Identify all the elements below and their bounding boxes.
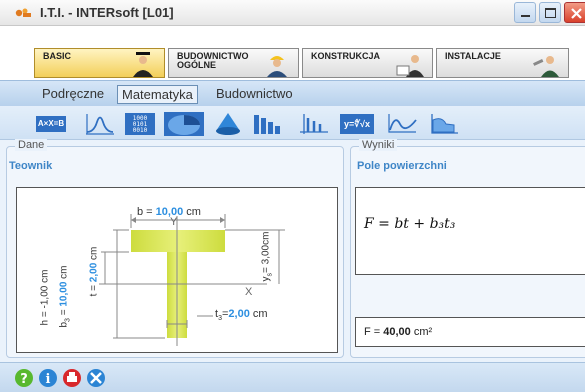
result-text: F = 40,00 cm² bbox=[364, 326, 433, 338]
area-formula: F = bt + b₃t₃ bbox=[364, 216, 456, 232]
function-graph-icon bbox=[388, 114, 417, 133]
cone-icon bbox=[216, 113, 240, 135]
axis-y-label: Y bbox=[170, 216, 178, 228]
subtab-podreczne[interactable]: Podręczne bbox=[38, 85, 108, 104]
area-chart-tool-button[interactable] bbox=[428, 112, 460, 136]
bar-chart-icon bbox=[254, 115, 280, 134]
input-group: Dane Teownik b = 10,00 cm Y X h = -1,00 … bbox=[6, 139, 344, 358]
gauss-curve-tool-button[interactable] bbox=[84, 112, 116, 136]
formula-panel: F = bt + b₃t₃ bbox=[355, 187, 585, 275]
gauss-curve-icon bbox=[86, 114, 114, 135]
content-area: Dane Teownik b = 10,00 cm Y X h = -1,00 … bbox=[0, 139, 585, 362]
input-group-legend: Dane bbox=[15, 139, 48, 151]
results-group: Wyniki Pole powierzchni F = bt + b₃t₃ F … bbox=[350, 139, 585, 358]
root-function-icon: y=∜√x bbox=[340, 114, 374, 134]
axis-chart-icon bbox=[300, 114, 328, 134]
equation-icon: A×X=B bbox=[36, 116, 66, 132]
dimension-b-label: b = 10,00 cm bbox=[137, 206, 201, 218]
engineer-laptop-icon bbox=[396, 55, 424, 77]
binary-grid-icon: 1000 0101 0010 bbox=[125, 113, 155, 135]
axis-x-label: X bbox=[245, 286, 253, 298]
bottom-toolbar: ? i bbox=[0, 362, 585, 392]
root-tool-button[interactable]: y=∜√x bbox=[340, 112, 374, 136]
binary-tool-button[interactable]: 1000 0101 0010 bbox=[124, 112, 156, 136]
tools-icon[interactable] bbox=[86, 368, 106, 388]
installer-icon bbox=[533, 56, 559, 77]
close-button[interactable] bbox=[564, 2, 585, 23]
results-group-legend: Wyniki bbox=[359, 139, 398, 151]
graduate-icon bbox=[133, 52, 153, 77]
info-icon[interactable]: i bbox=[38, 368, 58, 388]
minimize-button[interactable] bbox=[514, 2, 536, 23]
shape-title: Teownik bbox=[9, 160, 53, 172]
subtab-budownictwo[interactable]: Budownictwo bbox=[212, 85, 297, 104]
result-field[interactable]: F = 40,00 cm² bbox=[355, 317, 585, 347]
maximize-icon bbox=[545, 8, 556, 18]
tab-konstrukcja-label: KONSTRUKCJA bbox=[311, 51, 381, 61]
svg-text:0010: 0010 bbox=[133, 127, 148, 134]
dimension-ys-label: ys= 3,00cm bbox=[260, 231, 274, 282]
subtab-matematyka[interactable]: Matematyka bbox=[117, 85, 198, 104]
dimension-b3-label: b3 = 10,00 cm bbox=[58, 265, 72, 328]
axis-chart-tool-button[interactable] bbox=[298, 112, 330, 136]
tab-basic[interactable]: BASIC bbox=[34, 48, 165, 78]
pie-tool-button[interactable] bbox=[164, 112, 204, 136]
svg-text:i: i bbox=[46, 372, 51, 387]
main-tabs-row: BASIC BUDOWNICTWO OGÓLNE KONSTRUKCJA INS… bbox=[0, 26, 585, 78]
pie-chart-icon bbox=[164, 112, 204, 136]
print-icon[interactable] bbox=[62, 368, 82, 388]
tee-drawing-panel[interactable]: b = 10,00 cm Y X h = -1,00 cm b3 = 10,00… bbox=[16, 187, 338, 353]
builder-helmet-icon bbox=[267, 56, 287, 77]
math-toolbar: A×X=B 1000 0101 0010 y=∜√x bbox=[0, 106, 585, 140]
equation-tool-button[interactable]: A×X=B bbox=[36, 112, 68, 136]
tee-flange bbox=[131, 230, 225, 252]
close-icon bbox=[571, 8, 582, 19]
app-logo-icon bbox=[15, 8, 31, 17]
tab-budownictwo-ogolne[interactable]: BUDOWNICTWO OGÓLNE bbox=[168, 48, 299, 78]
area-chart-icon bbox=[431, 114, 458, 134]
tab-basic-label: BASIC bbox=[43, 51, 72, 61]
help-icon[interactable]: ? bbox=[14, 368, 34, 388]
dimension-t3-value: 2,00 bbox=[228, 308, 250, 320]
tab-instalacje-label: INSTALACJE bbox=[445, 51, 501, 61]
dimension-b3-value: 10,00 bbox=[58, 281, 70, 307]
dimension-t-label: t = 2,00 cm bbox=[88, 246, 100, 297]
dimension-t3-label: t3=2,00 cm bbox=[215, 308, 268, 323]
result-title: Pole powierzchni bbox=[357, 160, 447, 172]
window-title: I.T.I. - INTERsoft [L01] bbox=[40, 5, 174, 20]
svg-text:?: ? bbox=[20, 372, 28, 387]
tab-konstrukcja[interactable]: KONSTRUKCJA bbox=[302, 48, 433, 78]
function-tool-button[interactable] bbox=[386, 112, 418, 136]
dimension-h-label: h = -1,00 cm bbox=[39, 269, 51, 326]
sub-tabs-bar: Podręczne Matematyka Budownictwo bbox=[0, 80, 585, 106]
result-value: 40,00 bbox=[383, 326, 411, 338]
maximize-button[interactable] bbox=[539, 2, 561, 23]
title-bar[interactable]: I.T.I. - INTERsoft [L01] bbox=[0, 0, 585, 26]
minimize-icon bbox=[521, 15, 530, 17]
tab-instalacje[interactable]: INSTALACJE bbox=[436, 48, 569, 78]
tab-budownictwo-label: BUDOWNICTWO OGÓLNE bbox=[177, 51, 249, 70]
dimension-t-value: 2,00 bbox=[88, 262, 100, 283]
bars-tool-button[interactable] bbox=[252, 112, 284, 136]
cone-tool-button[interactable] bbox=[212, 112, 244, 136]
